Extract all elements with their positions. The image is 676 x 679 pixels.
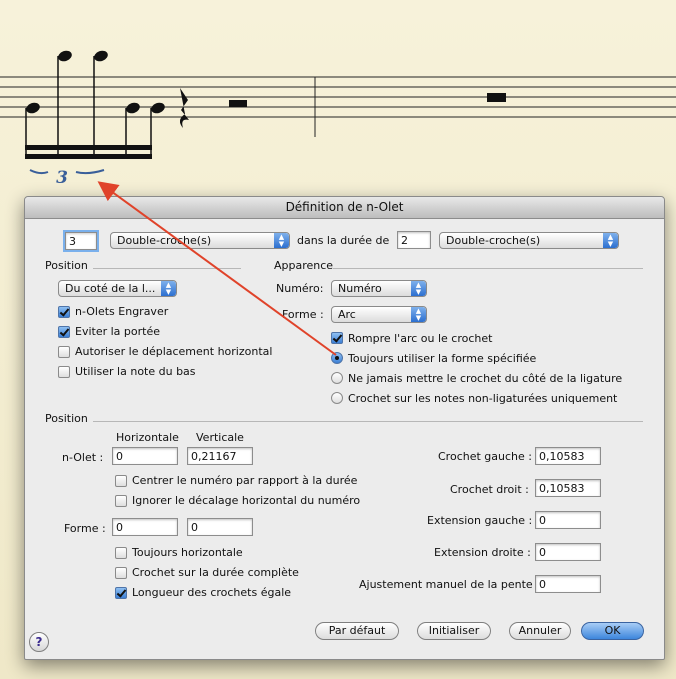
dialog-title: Définition de n-Olet <box>25 197 664 219</box>
left-extension-label: Extension gauche : <box>427 514 533 527</box>
checkbox-label: Ignorer le décalage horizontal du numéro <box>132 494 361 507</box>
right-hook-label: Crochet droit : <box>450 483 529 496</box>
checkbox-avoid-staff[interactable] <box>58 326 70 338</box>
checkbox-ignore-offset[interactable] <box>115 495 127 507</box>
checkbox-label: Rompre l'arc ou le crochet <box>348 332 493 345</box>
checkbox-label: Eviter la portée <box>75 325 160 338</box>
radio-label: Toujours utiliser la forme spécifiée <box>348 352 537 365</box>
forme-vertical-field[interactable]: 0 <box>187 518 253 536</box>
nolet-label: n-Olet : <box>62 451 104 464</box>
duration-unit-label: Double-croche(s) <box>446 234 541 247</box>
number-popup[interactable]: Numéro ▲ ▼ <box>331 280 427 297</box>
forme-horizontal-field[interactable]: 0 <box>112 518 178 536</box>
vertical-column-label: Verticale <box>196 431 244 444</box>
radio-label: Ne jamais mettre le crochet du côté de l… <box>348 372 623 385</box>
whole-rest <box>487 93 506 102</box>
slope-field[interactable]: 0 <box>535 575 601 593</box>
radio-label: Crochet sur les notes non-ligaturées uni… <box>348 392 618 405</box>
divider <box>93 268 241 269</box>
notes <box>26 50 165 114</box>
checkbox-label: Longueur des crochets égale <box>132 586 292 599</box>
shape-popup-label: Arc <box>338 308 356 321</box>
divider <box>333 268 643 269</box>
radio-never-on-beam-side[interactable] <box>331 372 343 384</box>
in-duration-label: dans la durée de <box>297 234 390 247</box>
nolet-vertical-field[interactable]: 0,21167 <box>187 447 253 465</box>
checkbox-use-bottom-note[interactable] <box>58 366 70 378</box>
initialize-button[interactable]: Initialiser <box>417 622 491 640</box>
cancel-button[interactable]: Annuler <box>509 622 571 640</box>
shape-label: Forme : <box>282 308 324 321</box>
placement-label: Du coté de la l... <box>65 282 156 295</box>
half-rest <box>229 100 247 107</box>
checkbox-equal-length[interactable] <box>115 587 127 599</box>
horizontal-column-label: Horizontale <box>116 431 179 444</box>
beams <box>25 145 152 159</box>
tuplet-unit-popup[interactable]: Double-croche(s) ▲ ▼ <box>110 232 290 249</box>
popup-arrows-icon: ▲ ▼ <box>274 233 289 248</box>
shape-popup[interactable]: Arc ▲ ▼ <box>331 306 427 323</box>
default-button[interactable]: Par défaut <box>315 622 399 640</box>
tuplet-number: 3 <box>56 168 68 188</box>
checkbox-center-number[interactable] <box>115 475 127 487</box>
nolet-horizontal-field[interactable]: 0 <box>112 447 178 465</box>
checkbox-label: n-Olets Engraver <box>75 305 169 318</box>
popup-arrows-icon: ▲ ▼ <box>161 281 176 296</box>
radio-always-use-shape[interactable] <box>331 352 343 364</box>
left-extension-field[interactable]: 0 <box>535 511 601 529</box>
checkbox-break-arc[interactable] <box>331 332 343 344</box>
popup-arrows-icon: ▲ ▼ <box>411 281 426 296</box>
checkbox-always-horizontal[interactable] <box>115 547 127 559</box>
slope-label: Ajustement manuel de la pente : <box>359 578 540 591</box>
number-popup-label: Numéro <box>338 282 382 295</box>
duration-unit-popup[interactable]: Double-croche(s) ▲ ▼ <box>439 232 619 249</box>
position2-heading: Position <box>45 412 88 425</box>
checkbox-label: Toujours horizontale <box>132 546 243 559</box>
score-excerpt: 3 <box>0 50 676 188</box>
right-extension-label: Extension droite : <box>434 546 531 559</box>
number-label: Numéro: <box>276 282 324 295</box>
position-heading: Position <box>45 259 88 272</box>
duration-count-field[interactable]: 2 <box>397 231 431 249</box>
checkbox-label: Utiliser la note du bas <box>75 365 196 378</box>
popup-arrows-icon: ▲ ▼ <box>411 307 426 322</box>
help-button[interactable]: ? <box>29 632 49 652</box>
ok-button[interactable]: OK <box>581 622 644 640</box>
checkbox-nolets-engraver[interactable] <box>58 306 70 318</box>
right-hook-field[interactable]: 0,10583 <box>535 479 601 497</box>
checkbox-full-duration[interactable] <box>115 567 127 579</box>
radio-unbeamed-only[interactable] <box>331 392 343 404</box>
appearance-heading: Apparence <box>274 259 334 272</box>
right-extension-field[interactable]: 0 <box>535 543 601 561</box>
placement-popup[interactable]: Du coté de la l... ▲ ▼ <box>58 280 177 297</box>
staff-lines <box>0 76 676 137</box>
tuplet-dialog: Définition de n-Olet 3 Double-croche(s) … <box>24 196 665 660</box>
popup-arrows-icon: ▲ ▼ <box>603 233 618 248</box>
checkbox-label: Centrer le numéro par rapport à la durée <box>132 474 358 487</box>
checkbox-label: Autoriser le déplacement horizontal <box>75 345 273 358</box>
tuplet-unit-label: Double-croche(s) <box>117 234 212 247</box>
eighth-rest <box>179 88 189 128</box>
divider <box>93 421 643 422</box>
forme-label: Forme : <box>64 522 106 535</box>
left-hook-field[interactable]: 0,10583 <box>535 447 601 465</box>
checkbox-allow-horizontal-move[interactable] <box>58 346 70 358</box>
tuplet-count-field[interactable]: 3 <box>65 232 97 250</box>
checkbox-label: Crochet sur la durée complète <box>132 566 299 579</box>
left-hook-label: Crochet gauche : <box>438 450 532 463</box>
